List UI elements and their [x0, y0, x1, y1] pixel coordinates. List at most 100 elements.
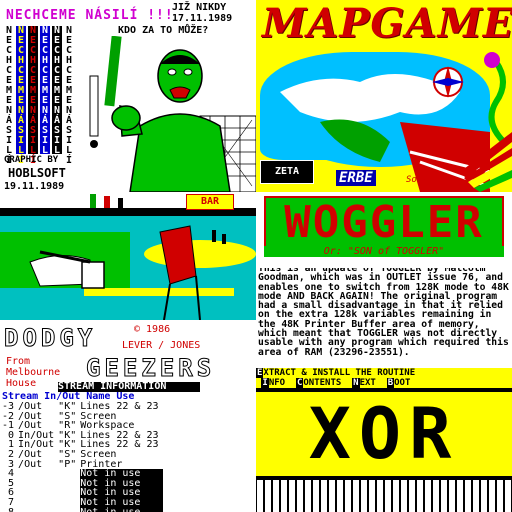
piano-key	[489, 480, 495, 512]
piano-keys	[257, 480, 511, 512]
piano-key	[457, 480, 463, 512]
piano-key	[353, 480, 359, 512]
vertical-word: NECHCEME NÁSILÍ	[16, 25, 26, 166]
publisher-info: From Melbourne House	[6, 356, 60, 389]
software-label: Software	[406, 175, 450, 185]
date-line-2: 17.11.1989	[172, 13, 233, 24]
piano-key	[473, 480, 479, 512]
copyright: © 1986	[134, 324, 171, 335]
cell-inout	[18, 488, 58, 498]
cell-name	[58, 479, 80, 489]
bar-screen: BAR	[0, 192, 256, 320]
piano-key	[425, 480, 431, 512]
piano-key	[497, 480, 503, 512]
menu-label: XTRACT & INSTALL THE ROUTINE	[263, 368, 416, 378]
woggler-body: This is an update of TOGGLER by Malcolm …	[258, 268, 509, 358]
piano-key	[449, 480, 455, 512]
woggler-title: WOGGLER	[264, 196, 504, 250]
piano-key	[313, 480, 319, 512]
mapgame-screen: MAPGAME ZETA ERBE Software	[256, 0, 512, 192]
mapgame-title: MAPGAME	[262, 0, 512, 47]
authors: LEVER / JONES	[122, 340, 201, 351]
menu-key: N	[352, 378, 360, 388]
menu-label: NFO	[268, 378, 286, 388]
vertical-word: NECHCEME NÁSILÍ	[40, 25, 50, 166]
piano-key	[433, 480, 439, 512]
piano-key	[369, 480, 375, 512]
from-line-2: Melbourne	[6, 367, 61, 378]
piano-key	[329, 480, 335, 512]
piano-key	[345, 480, 351, 512]
cell-name	[58, 498, 80, 508]
menu-key: I	[261, 378, 269, 388]
nechceme-title: NECHCEME NÁSILÍ !!!	[6, 8, 174, 23]
table-row: 8 Not in use	[2, 507, 163, 512]
piano-key	[393, 480, 399, 512]
menu-key: B	[386, 378, 395, 388]
cell-inout	[18, 508, 58, 512]
piano-key	[273, 480, 279, 512]
woggler-subtitle: Or: "SON of TOGGLER"	[264, 246, 504, 257]
bottom-date: 19.11.1989	[4, 181, 65, 192]
cell-inout: /Out	[18, 458, 43, 470]
piano-key	[337, 480, 343, 512]
piano-key	[505, 480, 511, 512]
geezers-title: GEEZERS	[85, 354, 216, 383]
vertical-word: NECHCEME NÁSILÍ	[28, 25, 38, 166]
from-line-1: From	[6, 356, 31, 367]
menu-label: OOT	[394, 378, 411, 388]
menu-boot[interactable]: BOOT	[381, 378, 410, 388]
menu-label: EXT	[359, 378, 376, 388]
menu-next[interactable]: NEXT	[347, 378, 376, 388]
protester-illustration	[89, 36, 256, 192]
cell-use: Not in use	[80, 507, 163, 512]
nechceme-date: JIŽ NIKDY 17.11.1989	[172, 2, 232, 24]
piano-key	[417, 480, 423, 512]
woggler-description: This is an update of TOGGLER by Malcolm …	[256, 268, 512, 368]
vertical-word: NECHCEME NÁSILÍ	[52, 25, 62, 166]
piano-key	[385, 480, 391, 512]
menu-info[interactable]: INFO	[256, 378, 285, 388]
piano-key	[409, 480, 415, 512]
cell-inout	[18, 479, 58, 489]
piano-key	[297, 480, 303, 512]
vertical-word: NECHCEME NÁSILÍ	[64, 25, 74, 166]
nechceme-screen: NECHCEME NÁSILÍ !!! JIŽ NIKDY 17.11.1989…	[0, 0, 256, 192]
menu-contents[interactable]: CONTENTS	[291, 378, 342, 388]
cell-name	[58, 469, 80, 479]
piano-key	[441, 480, 447, 512]
cell-inout	[18, 469, 58, 479]
piano-key	[401, 480, 407, 512]
cell-stream: 8	[2, 507, 18, 512]
xor-screen: EXTRACT & INSTALL THE ROUTINE INFO CONTE…	[256, 368, 512, 512]
cell-name: "P"	[58, 458, 77, 470]
erbe-logo: ERBE	[336, 170, 376, 186]
piano-key	[289, 480, 295, 512]
piano-key	[481, 480, 487, 512]
nechceme-question: KDO ZA TO MŮŽE?	[118, 25, 209, 36]
piano-key	[361, 480, 367, 512]
xor-logo: XOR	[256, 392, 512, 476]
menu-options: INFO CONTENTS NEXT BOOT	[256, 378, 512, 388]
cell-inout	[18, 498, 58, 508]
piano-key	[305, 480, 311, 512]
date-line-1: JIŽ NIKDY	[172, 2, 227, 13]
dodgy-geezers-screen: DODGY © 1986 LEVER / JONES From Melbourn…	[0, 320, 256, 512]
zeta-logo: ZETA	[260, 160, 314, 184]
from-line-3: House	[6, 378, 37, 389]
piano-key	[257, 480, 263, 512]
menu-label: ONTENTS	[303, 378, 342, 388]
menu-extract[interactable]: EXTRACT & INSTALL THE ROUTINE	[256, 368, 512, 378]
stream-table: -3/Out "K" Lines 22 & 23 -2/Out "S" Screen -1/…	[2, 402, 163, 512]
bar-sign: BAR	[186, 194, 234, 210]
dodgy-title: DODGY	[3, 324, 97, 353]
piano-key	[265, 480, 271, 512]
piano-key	[321, 480, 327, 512]
cell-name	[58, 488, 80, 498]
piano-key	[465, 480, 471, 512]
cell-name	[58, 508, 80, 512]
bar-illustration	[0, 194, 256, 320]
author-name: HOBLSOFT	[8, 166, 66, 180]
graphic-credit: GRAPHIC BY	[4, 155, 59, 165]
piano-key	[377, 480, 383, 512]
